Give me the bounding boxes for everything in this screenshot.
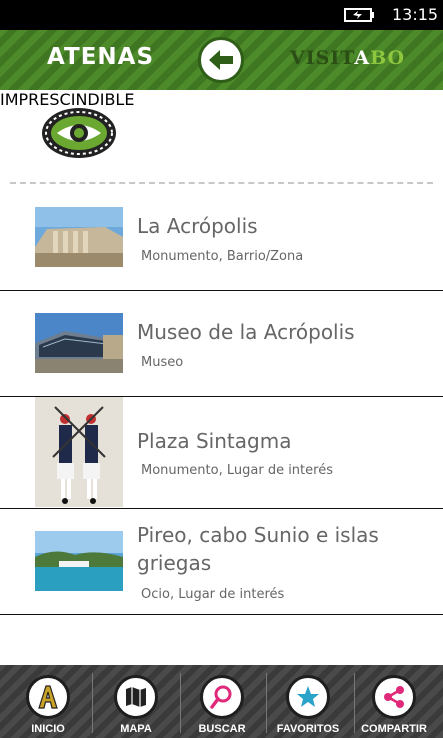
item-subtitle: Monumento, Barrio/Zona — [141, 249, 304, 264]
item-subtitle: Ocio, Lugar de interés — [141, 587, 285, 602]
nav-mapa[interactable]: MAPA — [92, 665, 180, 738]
city-title: ATENAS — [47, 44, 155, 70]
map-icon — [126, 687, 146, 707]
list-item[interactable]: Pireo, cabo Sunio e islas griegas Ocio, … — [0, 509, 443, 615]
list-item[interactable]: Museo de la Acrópolis Museo — [0, 291, 443, 397]
clock: 13:15 — [392, 5, 439, 24]
back-button[interactable] — [198, 37, 244, 83]
star-icon — [297, 686, 319, 707]
battery-charging-icon — [344, 8, 374, 22]
brand-logo: VISITABO — [290, 47, 405, 69]
item-title: La Acrópolis — [137, 214, 258, 238]
app-header: ATENAS VISITABO — [0, 30, 443, 90]
nav-buscar[interactable]: BUSCAR — [178, 665, 266, 738]
inicio-button[interactable] — [26, 675, 70, 719]
nav-label: FAVORITOS — [276, 723, 340, 735]
item-title: Museo de la Acrópolis — [137, 320, 355, 344]
acropolis-thumbnail — [35, 207, 123, 267]
brand-prefix: VISIT — [290, 47, 355, 69]
islands-thumbnail — [35, 531, 123, 591]
nav-label: INICIO — [31, 723, 65, 735]
nav-compartir[interactable]: COMPARTIR — [350, 665, 438, 738]
compartir-button[interactable] — [372, 675, 416, 719]
item-title: Plaza Sintagma — [137, 429, 292, 453]
back-arrow-icon — [209, 50, 233, 70]
museum-thumbnail — [35, 313, 123, 373]
item-title-line-1: Pireo, cabo Sunio e islas — [137, 523, 379, 547]
nav-label: BUSCAR — [198, 723, 246, 735]
brand-suffix: BO — [370, 47, 406, 69]
mapa-button[interactable] — [114, 675, 158, 719]
item-subtitle: Monumento, Lugar de interés — [141, 463, 333, 478]
nav-inicio[interactable]: INICIO — [4, 665, 92, 738]
a-letter-icon — [38, 685, 58, 709]
share-icon — [384, 686, 404, 708]
item-title-line-2: griegas — [137, 551, 212, 575]
item-subtitle: Museo — [141, 355, 184, 370]
list-item[interactable]: La Acrópolis Monumento, Barrio/Zona — [0, 185, 443, 291]
buscar-button[interactable] — [200, 675, 244, 719]
nav-favoritos[interactable]: FAVORITOS — [264, 665, 352, 738]
list-item[interactable]: Plaza Sintagma Monumento, Lugar de inter… — [0, 397, 443, 509]
section-divider — [10, 182, 433, 184]
search-icon — [210, 685, 232, 709]
brand-a: A — [354, 47, 371, 69]
nav-label: COMPARTIR — [361, 723, 427, 735]
bottom-nav-bar: INICIO MAPA BUSCAR FAVORITOS COMPARTIR — [0, 665, 443, 738]
status-bar: 13:15 — [0, 0, 443, 30]
section-title: IMPRESCINDIBLE — [0, 90, 135, 109]
favoritos-button[interactable] — [286, 675, 330, 719]
sintagma-thumbnail — [35, 397, 123, 507]
nav-label: MAPA — [120, 723, 152, 735]
